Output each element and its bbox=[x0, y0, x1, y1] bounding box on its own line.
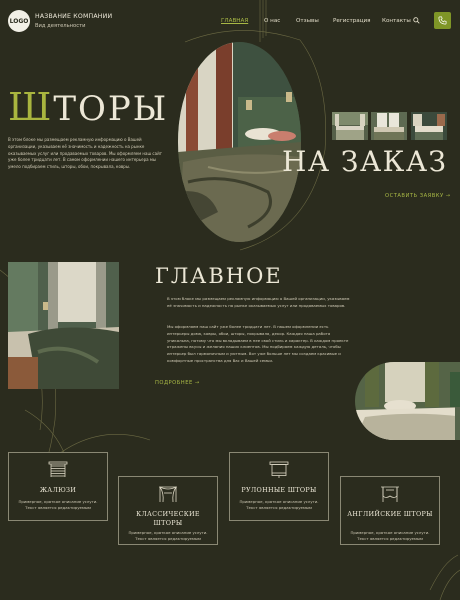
landing-page: LOGO НАЗВАНИЕ КОМПАНИИ Вид деятельности … bbox=[0, 0, 460, 600]
card-title: РУЛОННЫЕ ШТОРЫ bbox=[241, 486, 317, 494]
logo[interactable]: LOGO bbox=[8, 10, 30, 32]
hero-title-line2: НА ЗАКАЗ bbox=[282, 145, 448, 178]
hero-title: ШТОРЫ bbox=[8, 88, 168, 126]
company-info: НАЗВАНИЕ КОМПАНИИ Вид деятельности bbox=[35, 13, 112, 29]
thumbnail-3[interactable] bbox=[411, 112, 447, 140]
card-description: Примерное, краткое описание услуги. Текс… bbox=[128, 530, 208, 542]
nav-item-contacts[interactable]: Контакты bbox=[382, 18, 411, 24]
company-activity: Вид деятельности bbox=[35, 23, 86, 29]
side-bedroom-photo bbox=[355, 362, 460, 440]
nav-item-register[interactable]: Регистрация bbox=[333, 18, 371, 24]
english-curtains-icon bbox=[381, 486, 399, 502]
nav-item-about[interactable]: О нас bbox=[264, 18, 280, 24]
hero-title-first-letter: Ш bbox=[8, 85, 54, 129]
main-paragraph-2: Мы оформляем наш сайт уже более тридцати… bbox=[167, 324, 349, 364]
card-title: ЖАЛЮЗИ bbox=[39, 486, 77, 494]
card-description: Примерное, краткое описание услуги. Текс… bbox=[18, 499, 98, 511]
roller-blinds-icon bbox=[269, 461, 289, 478]
nav-item-reviews[interactable]: Отзывы bbox=[296, 18, 319, 24]
card-title: АНГЛИЙСКИЕ ШТОРЫ bbox=[347, 510, 433, 518]
search-icon[interactable] bbox=[413, 17, 420, 26]
thumbnail-2[interactable] bbox=[371, 112, 407, 140]
service-card-classic[interactable]: КЛАССИЧЕСКИЕ ШТОРЫ Примерное, краткое оп… bbox=[118, 476, 218, 545]
main-paragraph-1: В этом блоке мы размещаем рекламную инфо… bbox=[167, 296, 350, 308]
blinds-icon bbox=[48, 461, 68, 477]
service-card-blinds[interactable]: ЖАЛЮЗИ Примерное, краткое описание услуг… bbox=[8, 452, 108, 521]
hero-description: В этом блоке мы размещаем рекламную инфо… bbox=[8, 137, 162, 170]
nav-item-home[interactable]: ГЛАВНАЯ bbox=[221, 18, 248, 24]
phone-icon bbox=[438, 16, 447, 25]
hero-bedroom-photo bbox=[178, 42, 301, 242]
main-bedroom-photo bbox=[8, 262, 119, 389]
classic-curtains-icon bbox=[159, 486, 177, 503]
card-description: Примерное, краткое описание услуги. Текс… bbox=[239, 499, 319, 511]
card-title: КЛАССИЧЕСКИЕ ШТОРЫ bbox=[136, 510, 200, 527]
card-description: Примерное, краткое описание услуги. Текс… bbox=[350, 530, 430, 542]
more-link[interactable]: ПОДРОБНЕЕ → bbox=[155, 380, 200, 386]
company-name: НАЗВАНИЕ КОМПАНИИ bbox=[35, 13, 113, 20]
phone-button[interactable] bbox=[434, 12, 451, 29]
hero-title-rest: ТОРЫ bbox=[53, 89, 169, 129]
leave-request-link[interactable]: ОСТАВИТЬ ЗАЯВКУ → bbox=[385, 193, 451, 199]
service-card-english[interactable]: АНГЛИЙСКИЕ ШТОРЫ Примерное, краткое опис… bbox=[340, 476, 440, 545]
service-card-roller[interactable]: РУЛОННЫЕ ШТОРЫ Примерное, краткое описан… bbox=[229, 452, 329, 521]
thumbnail-1[interactable] bbox=[332, 112, 368, 140]
main-section-title: ГЛАВНОЕ bbox=[155, 264, 283, 288]
